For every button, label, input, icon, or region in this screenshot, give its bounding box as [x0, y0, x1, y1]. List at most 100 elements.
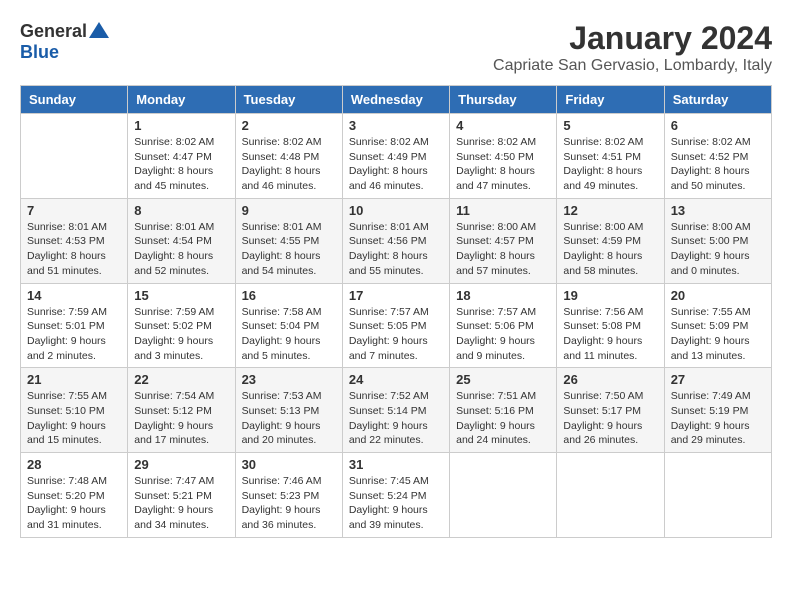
day-number: 10: [349, 203, 443, 218]
day-info: Sunrise: 8:02 AMSunset: 4:49 PMDaylight:…: [349, 135, 443, 194]
calendar-week-row: 14 Sunrise: 7:59 AMSunset: 5:01 PMDayligh…: [21, 283, 772, 368]
day-number: 22: [134, 372, 228, 387]
day-info: Sunrise: 8:02 AMSunset: 4:47 PMDaylight:…: [134, 135, 228, 194]
day-number: 26: [563, 372, 657, 387]
calendar-cell: 3 Sunrise: 8:02 AMSunset: 4:49 PMDaylight…: [342, 114, 449, 199]
day-number: 5: [563, 118, 657, 133]
calendar-cell: 23 Sunrise: 7:53 AMSunset: 5:13 PMDayligh…: [235, 368, 342, 453]
calendar-cell: 18Sunrise: 7:57 AMSunset: 5:06 PMDayligh…: [450, 283, 557, 368]
calendar-week-row: 7 Sunrise: 8:01 AMSunset: 4:53 PMDaylight…: [21, 198, 772, 283]
day-number: 25: [456, 372, 550, 387]
calendar-cell: 22Sunrise: 7:54 AMSunset: 5:12 PMDayligh…: [128, 368, 235, 453]
day-info: Sunrise: 7:49 AMSunset: 5:19 PMDaylight:…: [671, 389, 765, 448]
day-info: Sunrise: 8:01 AMSunset: 4:54 PMDaylight:…: [134, 220, 228, 279]
day-number: 20: [671, 288, 765, 303]
day-number: 12: [563, 203, 657, 218]
day-number: 14: [27, 288, 121, 303]
day-info: Sunrise: 8:02 AMSunset: 4:52 PMDaylight:…: [671, 135, 765, 194]
calendar-cell: 11 Sunrise: 8:00 AMSunset: 4:57 PMDayligh…: [450, 198, 557, 283]
page-subtitle: Capriate San Gervasio, Lombardy, Italy: [493, 57, 772, 75]
calendar-week-row: 28 Sunrise: 7:48 AMSunset: 5:20 PMDayligh…: [21, 453, 772, 538]
day-info: Sunrise: 7:48 AMSunset: 5:20 PMDaylight:…: [27, 474, 121, 533]
day-number: 23: [242, 372, 336, 387]
day-info: Sunrise: 8:01 AMSunset: 4:53 PMDaylight:…: [27, 220, 121, 279]
day-number: 19: [563, 288, 657, 303]
calendar-cell: 12Sunrise: 8:00 AMSunset: 4:59 PMDayligh…: [557, 198, 664, 283]
day-number: 28: [27, 457, 121, 472]
day-info: Sunrise: 7:58 AMSunset: 5:04 PMDaylight:…: [242, 305, 336, 364]
calendar-cell: 2 Sunrise: 8:02 AMSunset: 4:48 PMDaylight…: [235, 114, 342, 199]
calendar-cell: 25 Sunrise: 7:51 AMSunset: 5:16 PMDayligh…: [450, 368, 557, 453]
day-number: 16: [242, 288, 336, 303]
calendar-cell: [557, 453, 664, 538]
calendar-cell: 21 Sunrise: 7:55 AMSunset: 5:10 PMDayligh…: [21, 368, 128, 453]
page-title: January 2024: [493, 20, 772, 57]
title-block: January 2024 Capriate San Gervasio, Lomb…: [493, 20, 772, 75]
day-number: 24: [349, 372, 443, 387]
calendar-cell: 31 Sunrise: 7:45 AMSunset: 5:24 PMDayligh…: [342, 453, 449, 538]
day-number: 30: [242, 457, 336, 472]
day-number: 1: [134, 118, 228, 133]
day-info: Sunrise: 7:53 AMSunset: 5:13 PMDaylight:…: [242, 389, 336, 448]
day-info: Sunrise: 7:51 AMSunset: 5:16 PMDaylight:…: [456, 389, 550, 448]
calendar-header-wednesday: Wednesday: [342, 86, 449, 114]
day-number: 31: [349, 457, 443, 472]
calendar-cell: 17Sunrise: 7:57 AMSunset: 5:05 PMDayligh…: [342, 283, 449, 368]
day-info: Sunrise: 7:52 AMSunset: 5:14 PMDaylight:…: [349, 389, 443, 448]
day-number: 11: [456, 203, 550, 218]
day-number: 3: [349, 118, 443, 133]
day-info: Sunrise: 7:47 AMSunset: 5:21 PMDaylight:…: [134, 474, 228, 533]
day-number: 2: [242, 118, 336, 133]
logo-blue-text: Blue: [20, 42, 59, 63]
calendar-cell: 28 Sunrise: 7:48 AMSunset: 5:20 PMDayligh…: [21, 453, 128, 538]
calendar-cell: [21, 114, 128, 199]
day-info: Sunrise: 8:00 AMSunset: 4:57 PMDaylight:…: [456, 220, 550, 279]
day-number: 9: [242, 203, 336, 218]
day-info: Sunrise: 8:01 AMSunset: 4:56 PMDaylight:…: [349, 220, 443, 279]
day-info: Sunrise: 7:45 AMSunset: 5:24 PMDaylight:…: [349, 474, 443, 533]
calendar-header-row: SundayMondayTuesdayWednesdayThursdayFrid…: [21, 86, 772, 114]
day-info: Sunrise: 7:55 AMSunset: 5:10 PMDaylight:…: [27, 389, 121, 448]
calendar-week-row: 21 Sunrise: 7:55 AMSunset: 5:10 PMDayligh…: [21, 368, 772, 453]
day-number: 29: [134, 457, 228, 472]
day-info: Sunrise: 7:57 AMSunset: 5:05 PMDaylight:…: [349, 305, 443, 364]
calendar-header-monday: Monday: [128, 86, 235, 114]
day-info: Sunrise: 8:01 AMSunset: 4:55 PMDaylight:…: [242, 220, 336, 279]
calendar-cell: 5 Sunrise: 8:02 AMSunset: 4:51 PMDaylight…: [557, 114, 664, 199]
day-number: 21: [27, 372, 121, 387]
calendar-cell: 24 Sunrise: 7:52 AMSunset: 5:14 PMDayligh…: [342, 368, 449, 453]
day-info: Sunrise: 7:59 AMSunset: 5:02 PMDaylight:…: [134, 305, 228, 364]
day-number: 13: [671, 203, 765, 218]
day-number: 6: [671, 118, 765, 133]
calendar-cell: 8 Sunrise: 8:01 AMSunset: 4:54 PMDaylight…: [128, 198, 235, 283]
calendar-cell: 20 Sunrise: 7:55 AMSunset: 5:09 PMDayligh…: [664, 283, 771, 368]
day-info: Sunrise: 7:50 AMSunset: 5:17 PMDaylight:…: [563, 389, 657, 448]
calendar-cell: [664, 453, 771, 538]
day-number: 4: [456, 118, 550, 133]
day-info: Sunrise: 8:00 AMSunset: 5:00 PMDaylight:…: [671, 220, 765, 279]
calendar-cell: 13 Sunrise: 8:00 AMSunset: 5:00 PMDayligh…: [664, 198, 771, 283]
calendar-cell: 9 Sunrise: 8:01 AMSunset: 4:55 PMDaylight…: [235, 198, 342, 283]
day-number: 7: [27, 203, 121, 218]
day-info: Sunrise: 7:55 AMSunset: 5:09 PMDaylight:…: [671, 305, 765, 364]
calendar-cell: 16 Sunrise: 7:58 AMSunset: 5:04 PMDayligh…: [235, 283, 342, 368]
calendar-cell: 15 Sunrise: 7:59 AMSunset: 5:02 PMDayligh…: [128, 283, 235, 368]
page-header: General Blue January 2024 Capriate San G…: [20, 20, 772, 75]
calendar-week-row: 1 Sunrise: 8:02 AMSunset: 4:47 PMDaylight…: [21, 114, 772, 199]
calendar-cell: 30Sunrise: 7:46 AMSunset: 5:23 PMDayligh…: [235, 453, 342, 538]
calendar-cell: 7 Sunrise: 8:01 AMSunset: 4:53 PMDaylight…: [21, 198, 128, 283]
day-number: 27: [671, 372, 765, 387]
day-number: 18: [456, 288, 550, 303]
day-info: Sunrise: 8:02 AMSunset: 4:48 PMDaylight:…: [242, 135, 336, 194]
logo-general-text: General: [20, 21, 87, 42]
calendar-header-saturday: Saturday: [664, 86, 771, 114]
day-number: 15: [134, 288, 228, 303]
day-number: 8: [134, 203, 228, 218]
day-info: Sunrise: 8:02 AMSunset: 4:50 PMDaylight:…: [456, 135, 550, 194]
day-info: Sunrise: 8:02 AMSunset: 4:51 PMDaylight:…: [563, 135, 657, 194]
day-info: Sunrise: 7:59 AMSunset: 5:01 PMDaylight:…: [27, 305, 121, 364]
calendar-cell: 14 Sunrise: 7:59 AMSunset: 5:01 PMDayligh…: [21, 283, 128, 368]
calendar-cell: 10 Sunrise: 8:01 AMSunset: 4:56 PMDayligh…: [342, 198, 449, 283]
calendar-cell: 4 Sunrise: 8:02 AMSunset: 4:50 PMDaylight…: [450, 114, 557, 199]
calendar-header-tuesday: Tuesday: [235, 86, 342, 114]
